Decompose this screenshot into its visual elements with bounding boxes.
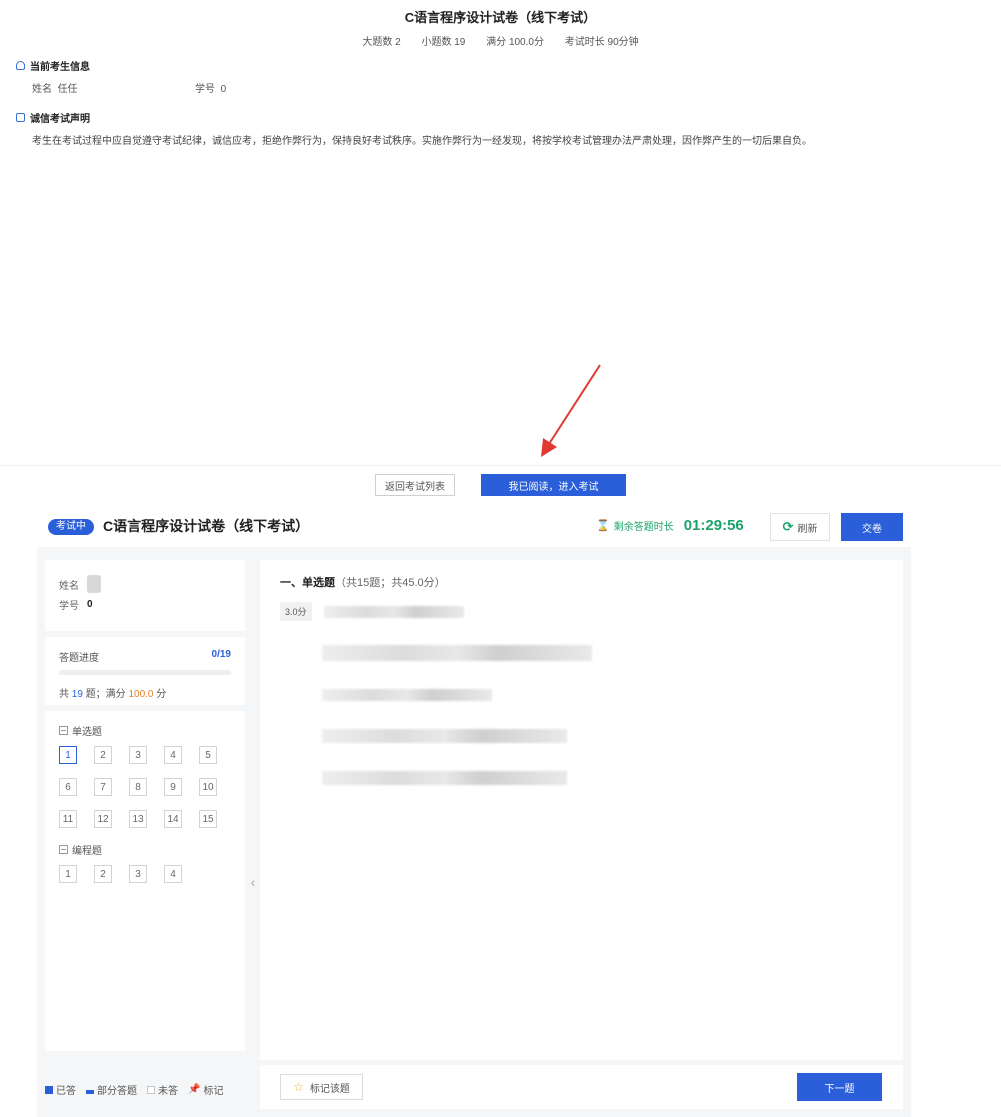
question-score-badge: 3.0分 (280, 602, 312, 621)
question-number-button[interactable]: 12 (94, 810, 112, 828)
status-legend: 已答 部分答题 未答 📌 标记 (45, 1082, 245, 1097)
question-number-button[interactable]: 8 (129, 778, 147, 796)
partial-swatch-icon (86, 1089, 94, 1094)
integrity-section-title: 诚信考试声明 (30, 114, 90, 125)
progress-card: 答题进度 0/19 共 19 题；满分 100.0 分 (45, 637, 245, 705)
refresh-icon: ⟳ (782, 519, 794, 534)
meta-duration: 考试时长 90分钟 (564, 37, 639, 48)
candidate-info: 姓名 任任 学号 0 (32, 80, 358, 95)
progress-label: 答题进度 (59, 653, 99, 664)
question-number-button[interactable]: 2 (94, 865, 112, 883)
meta-small-questions: 小题数 19 (421, 37, 466, 48)
question-number-button[interactable]: 4 (164, 865, 182, 883)
question-footer: ☆ 标记该题 下一题 (260, 1065, 903, 1109)
student-id-row: 学号 0 (59, 598, 93, 612)
next-question-button[interactable]: 下一题 (797, 1073, 882, 1101)
totals-line: 共 19 题；满分 100.0 分 (59, 689, 167, 700)
question-number-button[interactable]: 10 (199, 778, 217, 796)
red-arrow-annotation (541, 364, 601, 457)
submit-exam-button[interactable]: 交卷 (841, 513, 903, 541)
question-number-button[interactable]: 6 (59, 778, 77, 796)
integrity-section-header: 诚信考试声明 (16, 110, 90, 125)
answer-option-d[interactable] (322, 771, 567, 785)
question-stem: 3.0分 (280, 602, 883, 621)
timer-value: 01:29:56 (683, 517, 744, 534)
exam-body: 姓名 学号 0 答题进度 0/19 共 19 题；满分 100.0 分 单选题 … (37, 547, 911, 1117)
question-number-grid: 1 2 3 4 5 6 7 8 9 10 11 12 13 14 15 (59, 746, 231, 828)
question-number-button[interactable]: 7 (94, 778, 112, 796)
section-heading: 一、单选题（共15题；共45.0分） (280, 577, 446, 589)
page-divider (0, 465, 1001, 466)
answer-option-a[interactable] (322, 645, 592, 661)
question-number-button[interactable]: 1 (59, 865, 77, 883)
question-number-button[interactable]: 13 (129, 810, 147, 828)
timer-label: 剩余答题时长 (613, 522, 674, 533)
collapse-minus-icon (59, 726, 68, 735)
mark-question-button[interactable]: ☆ 标记该题 (280, 1074, 363, 1100)
exam-meta: 大题数 2 小题数 19 满分 100.0分 考试时长 90分钟 (0, 33, 1001, 48)
question-group-header[interactable]: 编程题 (59, 842, 231, 857)
notice-title: C语言程序设计试卷（线下考试） (404, 10, 597, 25)
question-number-grid: 1234 (59, 865, 231, 883)
question-number-button[interactable]: 1 (59, 746, 77, 764)
exam-page: 考试中 C语言程序设计试卷（线下考试） ⌛ 剩余答题时长 01:29:56 ⟳ … (0, 503, 1001, 1117)
back-to-exam-list-button[interactable]: 返回考试列表 (375, 474, 455, 496)
progress-count: 0/19 (211, 649, 231, 660)
student-card: 姓名 学号 0 (45, 560, 245, 631)
countdown-timer: ⌛ 剩余答题时长 01:29:56 (596, 517, 744, 534)
collapse-minus-icon (59, 845, 68, 854)
answer-options (322, 645, 592, 813)
exam-status-badge: 考试中 (48, 519, 94, 535)
exam-header: 考试中 C语言程序设计试卷（线下考试） ⌛ 剩余答题时长 01:29:56 ⟳ … (0, 503, 1001, 547)
blurred-name (87, 575, 101, 593)
question-group-header[interactable]: 单选题 (59, 723, 231, 738)
question-number-button[interactable]: 9 (164, 778, 182, 796)
candidate-id: 学号 0 (195, 84, 227, 95)
answer-option-c[interactable] (322, 729, 567, 743)
question-number-button[interactable]: 3 (129, 865, 147, 883)
question-number-button[interactable]: 4 (164, 746, 182, 764)
enter-exam-button[interactable]: 我已阅读，进入考试 (481, 474, 626, 496)
meta-big-questions: 大题数 2 (362, 37, 401, 48)
refresh-button[interactable]: ⟳ 刷新 (770, 513, 830, 541)
legend-marked: 📌 标记 (188, 1084, 224, 1097)
question-panel: 一、单选题（共15题；共45.0分） 3.0分 (260, 560, 903, 1060)
question-number-button[interactable]: 2 (94, 746, 112, 764)
document-icon (16, 113, 25, 122)
star-icon: ☆ (293, 1080, 304, 1094)
question-number-button[interactable]: 14 (164, 810, 182, 828)
integrity-statement: 考生在考试过程中应自觉遵守考试纪律，诚信应考，拒绝作弊行为，保持良好考试秩序。实… (32, 136, 812, 147)
chevron-left-icon: ‹ (250, 874, 256, 890)
person-icon (16, 61, 25, 70)
question-navigator: 单选题 1 2 3 4 5 6 7 8 9 10 11 12 13 14 15 编程题 1 2 3 4 (45, 711, 245, 1051)
legend-answered: 已答 (45, 1082, 76, 1097)
candidate-section-header: 当前考生信息 (16, 58, 90, 73)
question-number-button[interactable]: 11 (59, 810, 77, 828)
question-number-button[interactable]: 5 (199, 746, 217, 764)
hourglass-icon: ⌛ (596, 520, 610, 532)
meta-full-score: 满分 100.0分 (486, 37, 544, 48)
answer-option-b[interactable] (322, 689, 492, 701)
blurred-question-text (323, 605, 464, 618)
collapse-sidebar-tab[interactable]: ‹ (246, 847, 260, 917)
legend-unanswered: 未答 (147, 1082, 178, 1097)
notice-actions: 返回考试列表 我已阅读，进入考试 (0, 474, 1001, 496)
candidate-name: 姓名 任任 (32, 84, 78, 95)
question-number-button[interactable]: 15 (199, 810, 217, 828)
unanswered-swatch-icon (147, 1085, 155, 1094)
candidate-section-title: 当前考生信息 (30, 62, 90, 73)
legend-partial: 部分答题 (86, 1082, 137, 1097)
exam-title: C语言程序设计试卷（线下考试） (103, 518, 310, 534)
answered-swatch-icon (45, 1085, 53, 1094)
pin-icon: 📌 (188, 1084, 201, 1095)
student-name-row: 姓名 (59, 574, 231, 594)
progress-bar (59, 670, 231, 675)
question-number-button[interactable]: 3 (129, 746, 147, 764)
